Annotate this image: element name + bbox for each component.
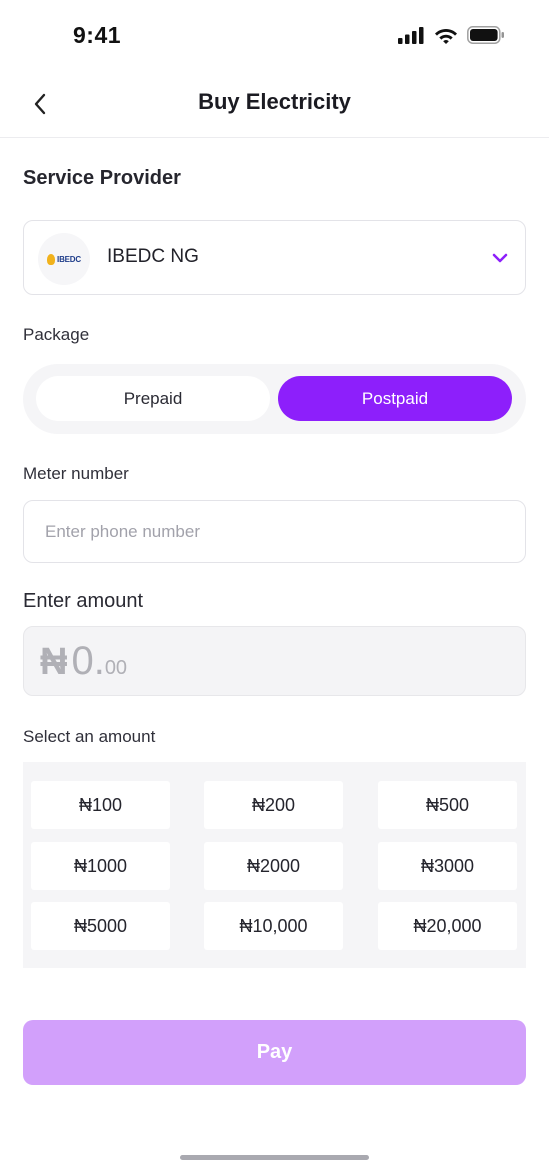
amount-option[interactable]: ₦3000	[378, 842, 517, 890]
amount-option[interactable]: ₦200	[204, 781, 343, 829]
status-time: 9:41	[73, 22, 122, 48]
amount-option[interactable]: ₦20,000	[378, 902, 517, 950]
provider-logo-text: IBEDC	[57, 254, 81, 264]
signal-icon	[398, 27, 424, 44]
pay-button[interactable]: Pay	[23, 1020, 526, 1085]
chevron-down-icon	[492, 253, 508, 263]
status-bar: 9:41	[0, 0, 549, 72]
amount-option[interactable]: ₦2000	[204, 842, 343, 890]
status-icons	[398, 26, 505, 44]
amount-option[interactable]: ₦10,000	[204, 902, 343, 950]
amount-main: 0.	[71, 639, 105, 683]
amount-option[interactable]: ₦100	[31, 781, 170, 829]
home-indicator	[180, 1155, 369, 1160]
meter-input-box	[23, 500, 526, 563]
package-label: Package	[23, 325, 90, 344]
battery-icon	[467, 26, 504, 44]
bulb-icon	[47, 253, 56, 265]
amount-currency: ₦	[40, 641, 68, 683]
enter-amount-label: Enter amount	[23, 590, 144, 612]
amount-option[interactable]: ₦1000	[31, 842, 170, 890]
prepaid-option[interactable]: Prepaid	[36, 376, 270, 421]
provider-select[interactable]: IBEDC IBEDC NG	[23, 220, 526, 295]
provider-name: IBEDC NG	[107, 246, 199, 267]
service-provider-heading: Service Provider	[23, 167, 181, 189]
provider-logo: IBEDC	[38, 233, 90, 285]
amount-input[interactable]: ₦ 0. 00	[23, 626, 526, 696]
nav-bar: Buy Electricity	[0, 72, 549, 138]
page-title: Buy Electricity	[198, 89, 351, 114]
amount-decimal: 00	[104, 657, 128, 679]
amount-option[interactable]: ₦5000	[31, 902, 170, 950]
meter-number-input[interactable]	[24, 501, 525, 562]
meter-number-label: Meter number	[23, 464, 129, 483]
amount-option[interactable]: ₦500	[378, 781, 517, 829]
select-amount-label: Select an amount	[23, 727, 156, 746]
amount-value: ₦ 0. 00	[40, 639, 127, 684]
postpaid-option[interactable]: Postpaid	[278, 376, 512, 421]
wifi-icon	[435, 29, 457, 44]
amount-grid: ₦100 ₦200 ₦500 ₦1000 ₦2000 ₦3000 ₦5000 ₦…	[23, 762, 526, 968]
package-toggle: Prepaid Postpaid	[23, 364, 526, 434]
